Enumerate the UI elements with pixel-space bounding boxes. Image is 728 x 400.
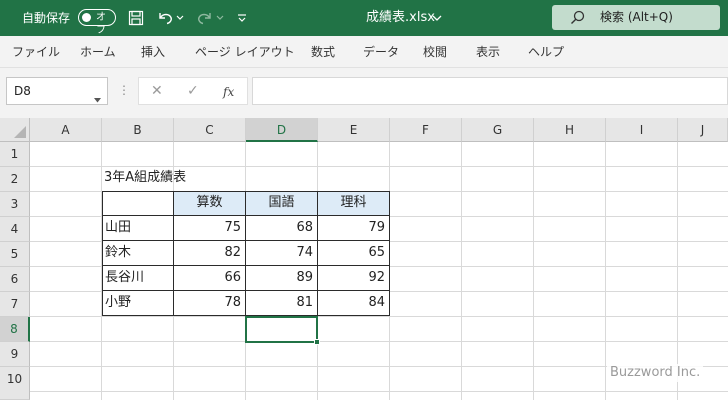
- cell-b2-title[interactable]: 3年A組成績表: [104, 168, 186, 188]
- tab-insert[interactable]: 挿入: [141, 44, 165, 60]
- name-box-value: D8: [14, 84, 31, 98]
- toggle-knob: [82, 13, 91, 22]
- tab-review[interactable]: 校閲: [423, 44, 447, 60]
- ribbon-tabs: ファイル ホーム 挿入 ページ レイアウト 数式 データ 校閲 表示 ヘルプ: [0, 36, 728, 68]
- table-row-name[interactable]: 鈴木: [102, 241, 174, 266]
- document-title[interactable]: 成績表.xlsx: [366, 10, 435, 26]
- formula-buttons: ✕ ✓ fx: [138, 77, 248, 105]
- table-cell[interactable]: 79: [318, 216, 390, 241]
- row-header-10[interactable]: 10: [0, 367, 30, 400]
- row-header-2[interactable]: 2: [0, 167, 30, 192]
- column-header-a[interactable]: A: [30, 118, 102, 142]
- active-cell-d8[interactable]: [245, 316, 320, 345]
- table-header-japanese[interactable]: 国語: [246, 191, 318, 216]
- redo-icon[interactable]: [195, 8, 215, 28]
- tab-file[interactable]: ファイル: [12, 44, 60, 60]
- table-header-cell[interactable]: [102, 191, 174, 216]
- column-header-e[interactable]: E: [318, 118, 390, 142]
- table-row-name[interactable]: 小野: [102, 291, 174, 316]
- tab-home[interactable]: ホーム: [80, 44, 116, 60]
- watermark-text: Buzzword Inc.: [607, 364, 704, 382]
- table-cell[interactable]: 78: [174, 291, 246, 316]
- tab-data[interactable]: データ: [363, 44, 399, 60]
- autosave-label: 自動保存: [22, 11, 71, 25]
- row-header-5[interactable]: 5: [0, 242, 30, 267]
- title-bar: 自動保存 オフ 成績表.xlsx 検索 (Alt+Q): [0, 0, 728, 36]
- enter-icon[interactable]: ✓: [187, 83, 199, 99]
- table-cell[interactable]: 89: [246, 266, 318, 291]
- insert-function-icon[interactable]: fx: [223, 84, 234, 100]
- tab-page-layout[interactable]: ページ レイアウト: [195, 44, 295, 60]
- row-header-9[interactable]: 9: [0, 342, 30, 367]
- column-header-c[interactable]: C: [174, 118, 246, 142]
- chevron-down-icon[interactable]: [94, 88, 101, 107]
- tab-formulas[interactable]: 数式: [311, 44, 335, 60]
- save-icon[interactable]: [126, 8, 146, 28]
- column-header-i[interactable]: I: [606, 118, 678, 142]
- tab-view[interactable]: 表示: [476, 44, 500, 60]
- search-placeholder: 検索 (Alt+Q): [600, 10, 673, 24]
- autosave-state: オフ: [96, 12, 106, 36]
- autosave-toggle[interactable]: オフ: [78, 9, 116, 36]
- row-header-7[interactable]: 7: [0, 292, 30, 317]
- fill-handle[interactable]: [314, 339, 320, 345]
- more-options-icon[interactable]: ⋮: [118, 82, 130, 98]
- formula-bar: D8 ⋮ ✕ ✓ fx: [0, 68, 728, 118]
- row-header-3[interactable]: 3: [0, 192, 30, 217]
- search-box[interactable]: 検索 (Alt+Q): [552, 5, 720, 30]
- table-row-name[interactable]: 長谷川: [102, 266, 174, 291]
- select-all-icon: [14, 126, 26, 138]
- row-header-8[interactable]: 8: [0, 317, 30, 342]
- chevron-down-icon[interactable]: [174, 8, 186, 28]
- table-cell[interactable]: 81: [246, 291, 318, 316]
- row-header-4[interactable]: 4: [0, 217, 30, 242]
- table-cell[interactable]: 68: [246, 216, 318, 241]
- search-icon: [570, 10, 585, 29]
- select-all-button[interactable]: [0, 118, 30, 142]
- column-header-g[interactable]: G: [462, 118, 534, 142]
- column-header-h[interactable]: H: [534, 118, 606, 142]
- chevron-down-icon[interactable]: [214, 8, 226, 28]
- undo-icon[interactable]: [155, 8, 175, 28]
- customize-qat-icon[interactable]: [232, 8, 252, 28]
- table-header-math[interactable]: 算数: [174, 191, 246, 216]
- column-header-f[interactable]: F: [390, 118, 462, 142]
- table-header-science[interactable]: 理科: [318, 191, 390, 216]
- name-box[interactable]: D8: [6, 77, 108, 105]
- formula-input[interactable]: [252, 77, 728, 105]
- column-header-d[interactable]: D: [246, 118, 318, 142]
- table-row-name[interactable]: 山田: [102, 216, 174, 241]
- table-cell[interactable]: 92: [318, 266, 390, 291]
- chevron-down-icon[interactable]: [430, 8, 444, 28]
- table-cell[interactable]: 82: [174, 241, 246, 266]
- column-header-j[interactable]: J: [678, 118, 728, 142]
- row-header-6[interactable]: 6: [0, 267, 30, 292]
- table-cell[interactable]: 66: [174, 266, 246, 291]
- tab-help[interactable]: ヘルプ: [528, 44, 564, 60]
- column-header-b[interactable]: B: [102, 118, 174, 142]
- cancel-icon[interactable]: ✕: [151, 83, 163, 99]
- table-cell[interactable]: 75: [174, 216, 246, 241]
- row-header-1[interactable]: 1: [0, 142, 30, 167]
- table-cell[interactable]: 74: [246, 241, 318, 266]
- table-cell[interactable]: 84: [318, 291, 390, 316]
- table-cell[interactable]: 65: [318, 241, 390, 266]
